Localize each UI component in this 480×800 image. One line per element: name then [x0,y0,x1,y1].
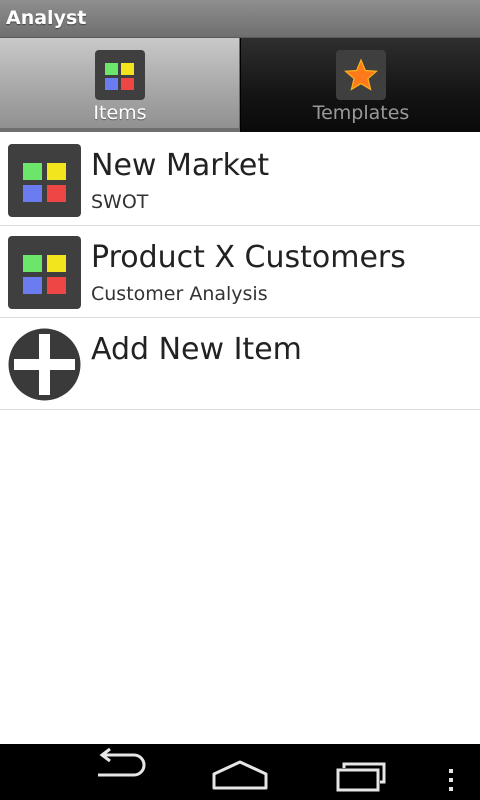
item-title: Product X Customers [91,240,406,275]
tab-templates[interactable]: Templates [240,38,480,132]
grid-icon [8,144,81,217]
system-nav-bar [0,744,480,800]
tab-templates-label: Templates [312,102,410,124]
list-item-add-new-item[interactable]: Add New Item [0,318,480,410]
back-icon[interactable] [88,744,152,800]
item-title: Add New Item [91,332,302,367]
recents-icon[interactable] [330,744,394,800]
tab-items[interactable]: Items [0,38,240,132]
grid-icon [95,50,145,100]
item-subtitle: SWOT [91,191,149,213]
title-bar: Analyst [0,0,480,38]
item-title: New Market [91,148,270,183]
tab-active-indicator [0,128,240,132]
menu-icon[interactable] [440,744,464,800]
item-subtitle: Customer Analysis [91,283,268,305]
list-item-new-market[interactable]: New Market SWOT [0,134,480,226]
grid-icon [8,236,81,309]
tab-bar: Items Templates [0,38,480,132]
app-title: Analyst [6,7,87,29]
home-icon[interactable] [208,744,272,800]
screen: Analyst Items Templates New Market SWOT … [0,0,480,800]
plus-circle-icon [8,328,81,401]
items-list: New Market SWOT Product X Customers Cust… [0,134,480,410]
star-icon [336,50,386,100]
tab-items-label: Items [93,102,147,124]
list-item-product-x-customers[interactable]: Product X Customers Customer Analysis [0,226,480,318]
